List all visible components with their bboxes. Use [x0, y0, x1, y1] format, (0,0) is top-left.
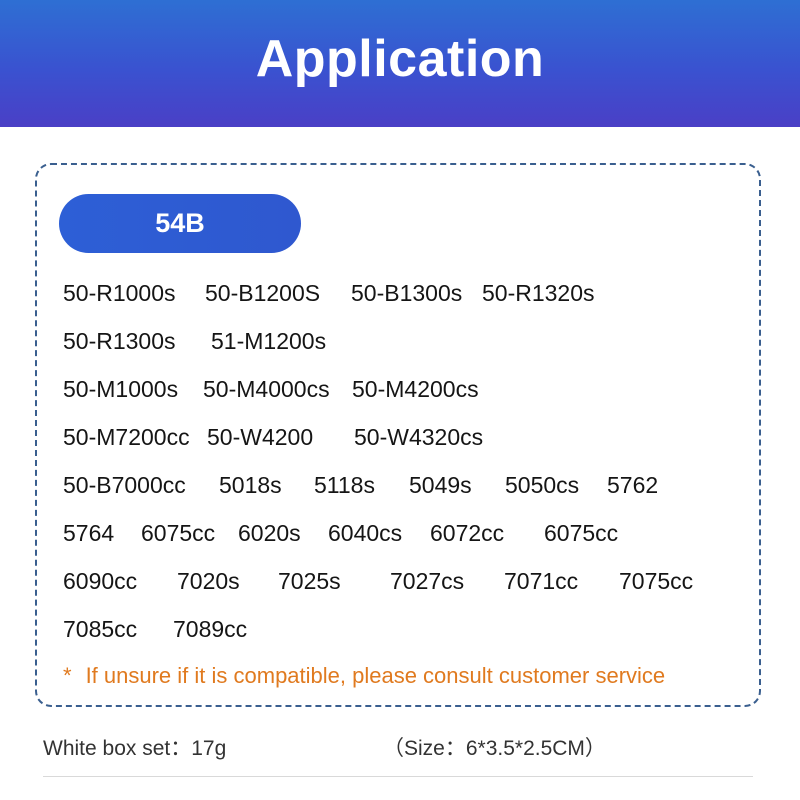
model-item: 7025s [278, 568, 341, 594]
model-item: 50-R1000s [63, 280, 176, 306]
model-item: 6072cc [430, 520, 505, 546]
model-item: 50-R1300s [63, 328, 176, 354]
model-item: 7075cc [619, 568, 694, 594]
model-item: 5018s [219, 472, 282, 498]
model-item: 7085cc [63, 616, 138, 642]
compatible-models-list: 50-R1000s 50-B1200S 50-B1300s 50-R1320s 50-R… [37, 165, 759, 705]
model-item: 7089cc [173, 616, 248, 642]
header-banner: Application [0, 0, 800, 127]
model-item: 5118s [314, 472, 375, 498]
model-item: 5762 [607, 472, 659, 498]
model-item: 7071cc [504, 568, 579, 594]
compatibility-card: 54B 50-R1000s 50-B1200S 50-B1300s 50-R1320s… [35, 163, 761, 707]
model-item: 5050cs [505, 472, 580, 498]
box-weight: White box set：17g [43, 737, 227, 760]
model-item: 50-M7200cc [63, 424, 190, 450]
model-item: 6075cc [544, 520, 619, 546]
model-item: 50-B1300s [351, 280, 463, 306]
model-item: 6090cc [63, 568, 138, 594]
product-info: White box set：17g （Size：6*3.5*2.5CM） [43, 734, 753, 764]
model-item: 6040cs [328, 520, 403, 546]
model-item: 50-B1200S [205, 280, 321, 306]
model-item: 50-B7000cc [63, 472, 186, 498]
model-item: 50-M4000cs [203, 376, 330, 402]
model-item: 5764 [63, 520, 115, 546]
model-item: 50-W4320cs [354, 424, 484, 450]
box-size: （Size：6*3.5*2.5CM） [383, 737, 606, 760]
divider [43, 776, 753, 777]
model-item: 6075cc [141, 520, 216, 546]
model-item: 5049s [409, 472, 472, 498]
note-text: If unsure if it is compatible, please co… [85, 663, 666, 688]
page-title: Application [255, 29, 545, 88]
model-item: 7027cs [390, 568, 465, 594]
model-item: 50-W4200 [207, 424, 314, 450]
model-item: 6020s [238, 520, 301, 546]
model-item: 50-R1320s [482, 280, 595, 306]
compatibility-note: * If unsure if it is compatible, please c… [63, 662, 665, 690]
model-item: 50-M1000s [63, 376, 179, 402]
model-item: 50-M4200cs [352, 376, 479, 402]
model-item: 51-M1200s [211, 328, 327, 354]
model-item: 7020s [177, 568, 240, 594]
note-asterisk: * [63, 663, 72, 688]
